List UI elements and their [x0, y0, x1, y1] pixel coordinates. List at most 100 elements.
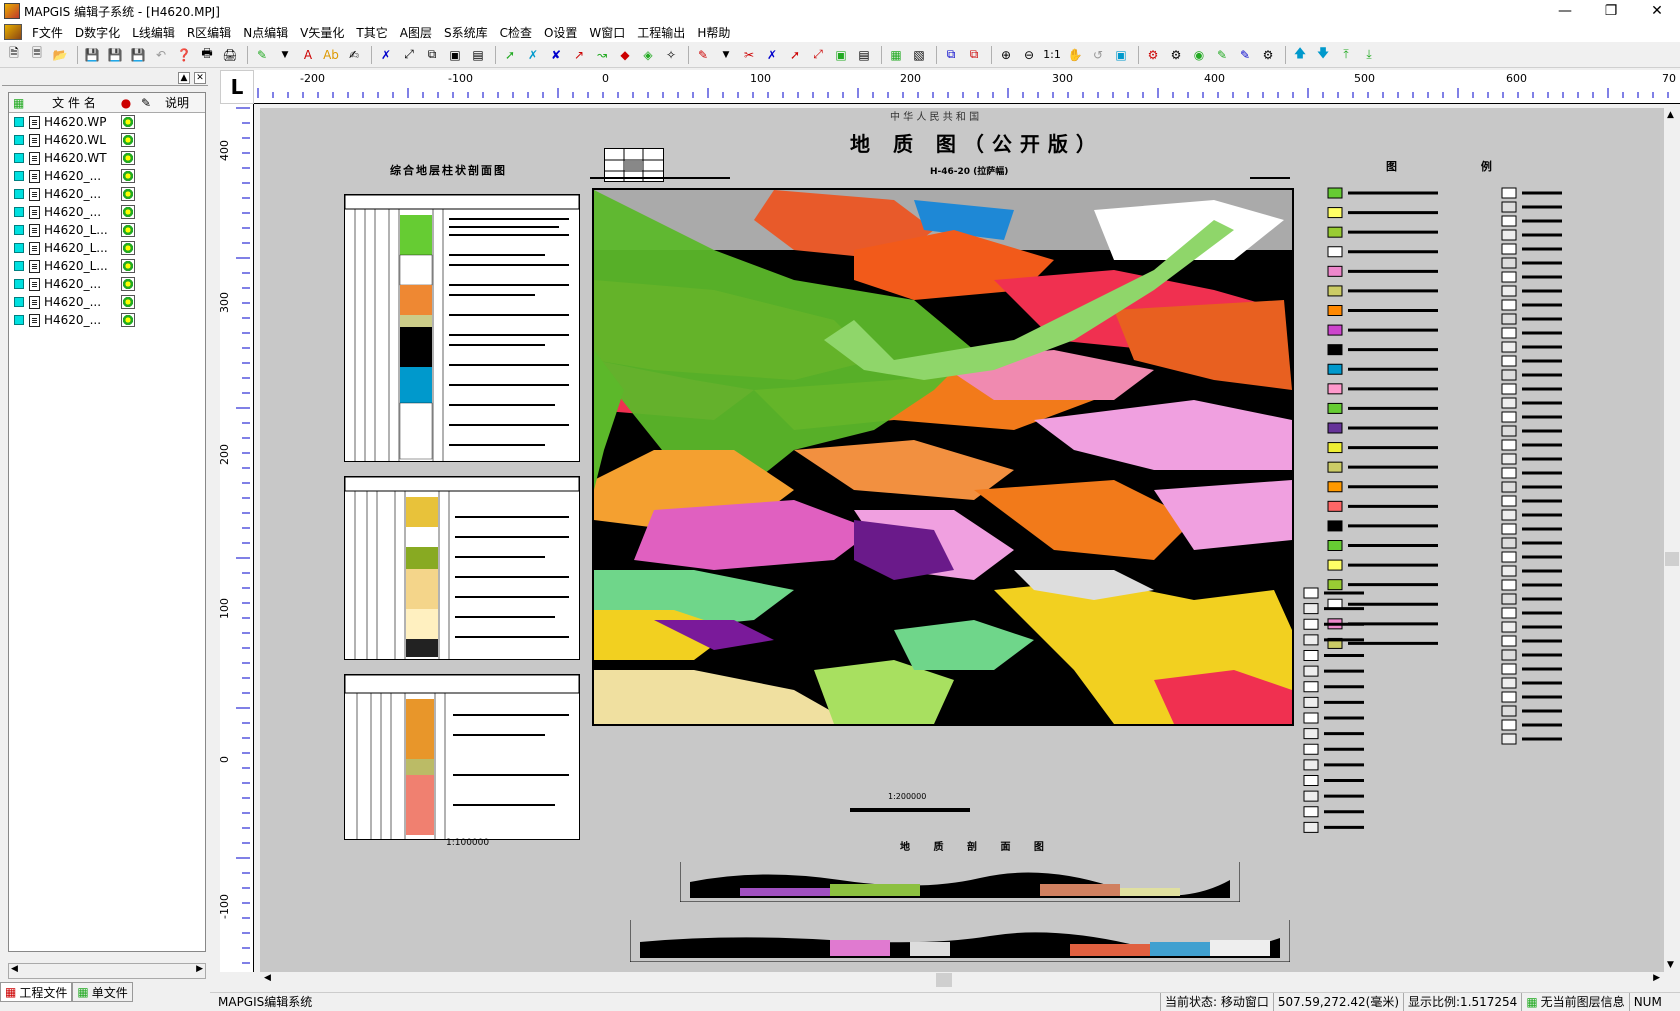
visible-checkbox[interactable] — [14, 117, 24, 127]
scroll-left-icon[interactable]: ◀ — [11, 964, 18, 974]
pen-icon[interactable]: ✎ — [252, 45, 272, 65]
layer-open-icon[interactable]: ◉ — [1189, 45, 1209, 65]
ruler-corner[interactable]: L — [220, 70, 254, 104]
edit-state-icon[interactable] — [121, 241, 135, 255]
full-view-icon[interactable]: ▣ — [1111, 45, 1131, 65]
doc-icon[interactable] — [4, 24, 22, 40]
edit-state-icon[interactable] — [121, 259, 135, 273]
pan-hand-icon[interactable]: ✋ — [1065, 45, 1085, 65]
menu-check[interactable]: C检查 — [494, 24, 538, 41]
visible-checkbox[interactable] — [14, 135, 24, 145]
panel-scroll-up-icon[interactable]: ▲ — [178, 72, 190, 84]
file-row[interactable]: H4620_L... — [9, 221, 205, 239]
menu-file[interactable]: F文件 — [26, 24, 69, 41]
dropdown-arrow-icon[interactable]: ▼ — [275, 45, 295, 65]
menu-system-lib[interactable]: S系统库 — [438, 24, 494, 41]
edit-state-icon[interactable] — [121, 295, 135, 309]
geological-map[interactable] — [592, 188, 1294, 726]
save-icon[interactable]: 💾 — [82, 45, 102, 65]
add-line-icon[interactable]: ➚ — [500, 45, 520, 65]
edit-point-icon[interactable]: ▣ — [445, 45, 465, 65]
text-edit-icon[interactable]: ✍ — [344, 45, 364, 65]
print-preview-icon[interactable]: 🖶 — [197, 45, 217, 65]
edit-state-icon[interactable] — [121, 277, 135, 291]
scroll-down-icon[interactable]: ▼ — [1667, 960, 1674, 970]
split-icon[interactable]: ✗ — [762, 45, 782, 65]
topo-check-icon[interactable]: ⧉ — [964, 45, 984, 65]
vertical-ruler[interactable]: 400 300 200 100 0 -100 — [218, 104, 254, 972]
visible-checkbox[interactable] — [14, 225, 24, 235]
menu-settings[interactable]: O设置 — [538, 24, 583, 41]
line-style-icon[interactable]: ✧ — [661, 45, 681, 65]
text-style-icon[interactable]: Ab — [321, 45, 341, 65]
scroll-right-icon[interactable]: ▶ — [1653, 973, 1660, 983]
line-attr-icon[interactable]: ◈ — [638, 45, 658, 65]
menu-help[interactable]: H帮助 — [691, 24, 736, 41]
header-filename[interactable]: 文 件 名 — [31, 94, 117, 111]
scissors-icon[interactable]: ✂ — [739, 45, 759, 65]
select-point-icon[interactable]: ✗ — [376, 45, 396, 65]
print-icon[interactable]: 🖨 — [220, 45, 240, 65]
menu-region-edit[interactable]: R区编辑 — [181, 24, 237, 41]
arrow-up-icon[interactable]: 🡅 — [1290, 45, 1310, 65]
edit-state-icon[interactable] — [121, 169, 135, 183]
horizontal-ruler[interactable]: -200 -100 0 100 200 300 400 500 600 70 — [254, 70, 1680, 104]
visible-checkbox[interactable] — [14, 189, 24, 199]
new-icon[interactable]: 🗎 — [4, 45, 24, 65]
move-point-icon[interactable]: ⤢ — [399, 45, 419, 65]
close-button[interactable]: ✕ — [1634, 0, 1680, 22]
file-row[interactable]: H4620_L... — [9, 257, 205, 275]
menu-window[interactable]: W窗口 — [583, 24, 631, 41]
tab-single-file[interactable]: ▦ 单文件 — [72, 982, 133, 1002]
cut-line-icon[interactable]: ✘ — [546, 45, 566, 65]
map-canvas[interactable]: 中 华 人 民 共 和 国 地 质 图（公开版） H-46-20 (拉萨幅) 综… — [260, 108, 1664, 972]
dropdown2-arrow-icon[interactable]: ▼ — [716, 45, 736, 65]
restore-button[interactable]: ❐ — [1588, 0, 1634, 22]
edit-state-icon[interactable] — [121, 115, 135, 129]
menu-line-edit[interactable]: L线编辑 — [126, 24, 181, 41]
edit-state-icon[interactable] — [121, 223, 135, 237]
menu-project-output[interactable]: 工程输出 — [631, 24, 691, 41]
visible-checkbox[interactable] — [14, 261, 24, 271]
arrow-top-icon[interactable]: ⤒ — [1336, 45, 1356, 65]
layer-mgr-icon[interactable]: ⚙ — [1166, 45, 1186, 65]
arrow-bottom-icon[interactable]: ⤓ — [1359, 45, 1379, 65]
edit-state-icon[interactable] — [121, 313, 135, 327]
scroll-up-icon[interactable]: ▲ — [1667, 110, 1674, 120]
panel-close-icon[interactable]: ✕ — [194, 72, 206, 84]
traffic-light-icon[interactable]: ● — [117, 96, 135, 110]
help-pointer-icon[interactable]: ❓ — [174, 45, 194, 65]
file-row[interactable]: H4620_... — [9, 311, 205, 329]
edit-state-icon[interactable] — [121, 133, 135, 147]
file-row[interactable]: H4620_... — [9, 275, 205, 293]
save-as-icon[interactable]: 💾 — [105, 45, 125, 65]
file-row[interactable]: H4620.WL — [9, 131, 205, 149]
visible-checkbox[interactable] — [14, 315, 24, 325]
join-line-icon[interactable]: ↝ — [592, 45, 612, 65]
menu-digitize[interactable]: D数字化 — [69, 24, 126, 41]
file-row[interactable]: H4620_... — [9, 167, 205, 185]
zoom-out-icon[interactable]: ⊖ — [1019, 45, 1039, 65]
layer-param-icon[interactable]: ✎ — [1212, 45, 1232, 65]
layer-icon[interactable]: ⚙ — [1143, 45, 1163, 65]
file-row[interactable]: H4620.WP — [9, 113, 205, 131]
save-all-icon[interactable]: 💾 — [128, 45, 148, 65]
menu-layer[interactable]: A图层 — [394, 24, 438, 41]
new-file-icon[interactable]: 🗏 — [27, 45, 47, 65]
node-edit-icon[interactable]: ▣ — [831, 45, 851, 65]
undo-icon[interactable]: ↶ — [151, 45, 171, 65]
edit-state-icon[interactable] — [121, 151, 135, 165]
area-edit-icon[interactable]: ▧ — [909, 45, 929, 65]
trim-icon[interactable]: ⤢ — [808, 45, 828, 65]
file-row[interactable]: H4620_... — [9, 203, 205, 221]
topo-icon[interactable]: ⧉ — [941, 45, 961, 65]
menu-other[interactable]: T其它 — [350, 24, 393, 41]
file-row[interactable]: H4620_... — [9, 293, 205, 311]
scroll-left-icon[interactable]: ◀ — [264, 973, 271, 983]
header-desc[interactable]: 说明 — [157, 94, 197, 111]
edit-state-icon[interactable] — [121, 187, 135, 201]
file-row[interactable]: H4620_L... — [9, 239, 205, 257]
visible-checkbox[interactable] — [14, 171, 24, 181]
visible-checkbox[interactable] — [14, 153, 24, 163]
delete-line-icon[interactable]: ✗ — [523, 45, 543, 65]
